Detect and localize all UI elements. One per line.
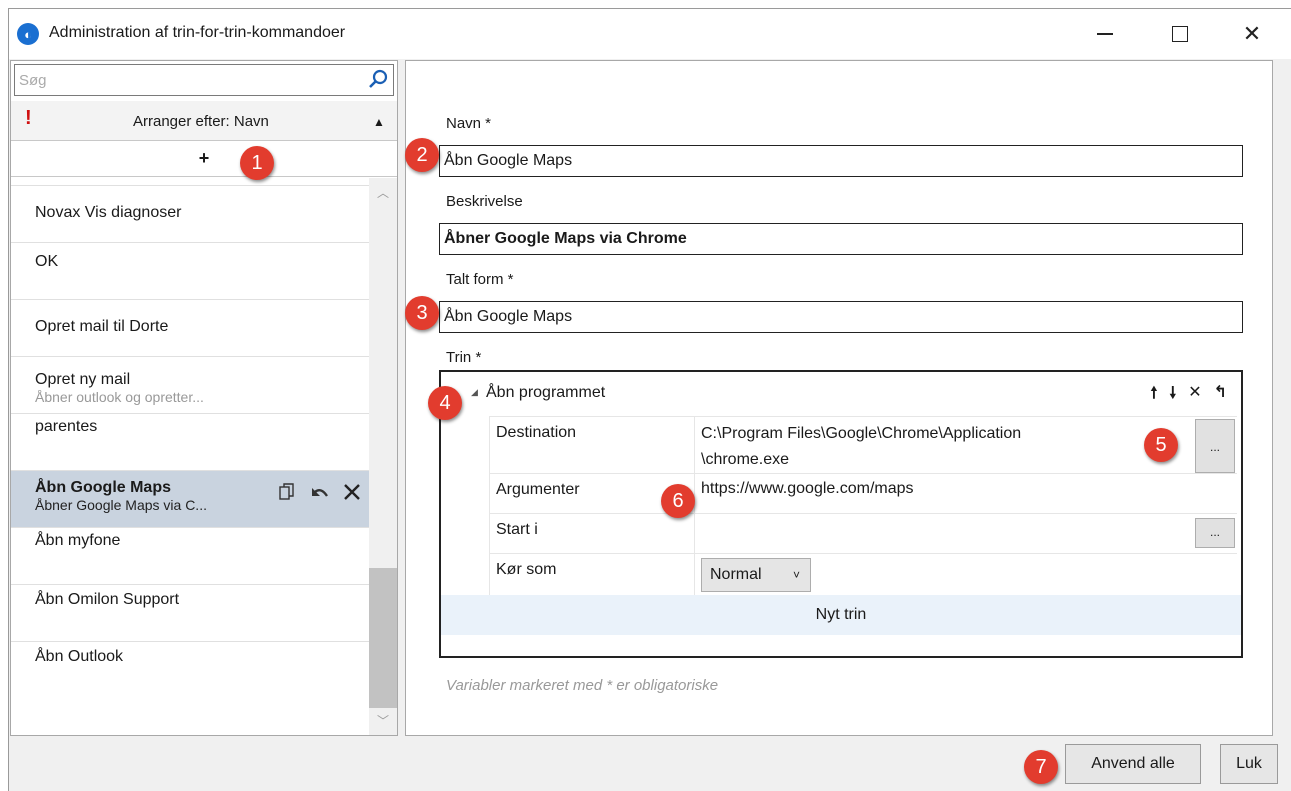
list-item-name: Novax Vis diagnoser (35, 204, 182, 221)
scrollbar-thumb[interactable] (369, 568, 397, 708)
collapse-toggle-icon[interactable]: ◢ (471, 387, 478, 398)
add-command-button[interactable]: + (11, 141, 397, 177)
list-item-desc: Åbner outlook og opretter... (35, 389, 204, 405)
sort-arrow-icon[interactable]: ▲ (373, 115, 385, 129)
list-item[interactable]: Åbn myfone (11, 528, 369, 585)
property-label: Start i (489, 514, 695, 553)
list-item-name: Opret mail til Dorte (35, 318, 169, 335)
list-item[interactable]: Novax Vis diagnoser (11, 186, 369, 243)
new-step-button[interactable]: Nyt trin (441, 595, 1241, 635)
list-item[interactable]: Åbn Omilon Support (11, 585, 369, 642)
move-down-icon[interactable]: 🠗 (1169, 382, 1176, 409)
property-row: Destination C:\Program Files\Google\Chro… (489, 416, 1237, 474)
run-as-select[interactable]: Normal ˅ (701, 558, 811, 592)
command-list-panel: Søg ! Arranger efter: Navn ▲ + Novax Vis… (10, 60, 398, 736)
arguments-value[interactable]: https://www.google.com/maps (701, 474, 914, 502)
title-bar: ◐ Administration af trin-for-trin-komman… (9, 9, 1291, 59)
list-item-selected[interactable]: Åbn Google Maps Åbner Google Maps via C.… (11, 471, 369, 528)
search-icon[interactable] (367, 69, 389, 91)
list-item-name: Åbn Outlook (35, 648, 124, 665)
sort-bar[interactable]: ! Arranger efter: Navn ▲ (11, 101, 397, 141)
list-item[interactable]: OK (11, 243, 369, 300)
step-actions: 🠕 🠗 ✕ ↰ (1150, 382, 1227, 409)
step-title: Åbn programmet (486, 384, 606, 401)
move-up-icon[interactable]: 🠕 (1150, 382, 1157, 409)
list-item[interactable] (11, 178, 369, 186)
warning-icon: ! (25, 107, 32, 129)
callout-badge: 3 (405, 296, 439, 330)
property-row: Start i ... (489, 514, 1237, 554)
callout-badge: 6 (661, 484, 695, 518)
command-editor-panel: Navn * Åbn Google Maps Beskrivelse Åbner… (405, 60, 1273, 736)
browse-destination-button[interactable]: ... (1195, 419, 1235, 473)
maximize-button[interactable] (1145, 9, 1215, 59)
callout-badge: 2 (405, 138, 439, 172)
property-row: Kør som Normal ˅ (489, 554, 1237, 596)
minimize-icon (1097, 33, 1113, 35)
callout-badge: 5 (1144, 428, 1178, 462)
list-item-name: Åbn Omilon Support (35, 591, 180, 608)
callout-badge: 1 (240, 146, 274, 180)
app-logo-icon: ◐ (17, 23, 39, 45)
description-field[interactable]: Åbner Google Maps via Chrome (439, 223, 1243, 255)
callout-badge: 4 (428, 386, 462, 420)
apply-all-button[interactable]: Anvend alle (1065, 744, 1201, 784)
list-item-name: parentes (35, 418, 98, 435)
copy-icon[interactable] (279, 483, 295, 501)
delete-icon[interactable] (343, 483, 361, 501)
property-label: Destination (489, 417, 695, 473)
property-label: Kør som (489, 554, 695, 596)
property-row: Argumenter https://www.google.com/maps (489, 474, 1237, 514)
description-label: Beskrivelse (446, 193, 523, 210)
list-item-name: Åbn myfone (35, 532, 121, 549)
close-window-button[interactable]: ✕ (1217, 9, 1287, 59)
list-item[interactable]: parentes (11, 414, 369, 471)
list-scrollbar[interactable]: ︿ ﹀ (369, 178, 397, 735)
list-item[interactable]: Opret ny mail Åbner outlook og opretter.… (11, 357, 369, 414)
steps-label: Trin * (446, 349, 482, 366)
delete-step-icon[interactable]: ✕ (1188, 382, 1201, 409)
list-item-name: OK (35, 253, 59, 270)
destination-value[interactable]: C:\Program Files\Google\Chrome\Applicati… (701, 417, 1021, 473)
destination-line2: \chrome.exe (701, 451, 790, 468)
search-input[interactable]: Søg (14, 64, 394, 96)
spoken-form-label: Talt form * (446, 271, 514, 288)
name-field[interactable]: Åbn Google Maps (439, 145, 1243, 177)
outdent-icon[interactable]: ↰ (1214, 382, 1227, 409)
list-item-name: Opret ny mail (35, 371, 131, 388)
close-button[interactable]: Luk (1220, 744, 1278, 784)
undo-icon[interactable] (309, 484, 329, 500)
command-list: Novax Vis diagnoser OK Opret mail til Do… (11, 178, 369, 735)
scroll-down-icon[interactable]: ﹀ (377, 712, 389, 729)
window-title: Administration af trin-for-trin-kommando… (49, 24, 346, 41)
browse-start-in-button[interactable]: ... (1195, 518, 1235, 548)
callout-badge: 7 (1024, 750, 1058, 784)
run-as-value: Normal (710, 566, 762, 583)
required-hint: Variabler markeret med * er obligatorisk… (446, 677, 719, 694)
steps-editor: ◢ Åbn programmet 🠕 🠗 ✕ ↰ Destination C:\… (439, 370, 1243, 658)
item-actions (279, 483, 361, 501)
search-placeholder: Søg (19, 72, 47, 89)
spoken-form-field[interactable]: Åbn Google Maps (439, 301, 1243, 333)
list-item[interactable]: Opret mail til Dorte (11, 300, 369, 357)
destination-line1: C:\Program Files\Google\Chrome\Applicati… (701, 425, 1022, 442)
maximize-icon (1172, 26, 1188, 42)
list-item[interactable]: Åbn Outlook (11, 642, 369, 699)
step-header[interactable]: ◢ Åbn programmet 🠕 🠗 ✕ ↰ (441, 372, 1241, 414)
scroll-up-icon[interactable]: ︿ (377, 184, 389, 201)
chevron-down-icon: ˅ (792, 568, 800, 582)
name-label: Navn * (446, 115, 492, 132)
sort-label[interactable]: Arranger efter: Navn (133, 113, 269, 130)
minimize-button[interactable] (1070, 9, 1140, 59)
